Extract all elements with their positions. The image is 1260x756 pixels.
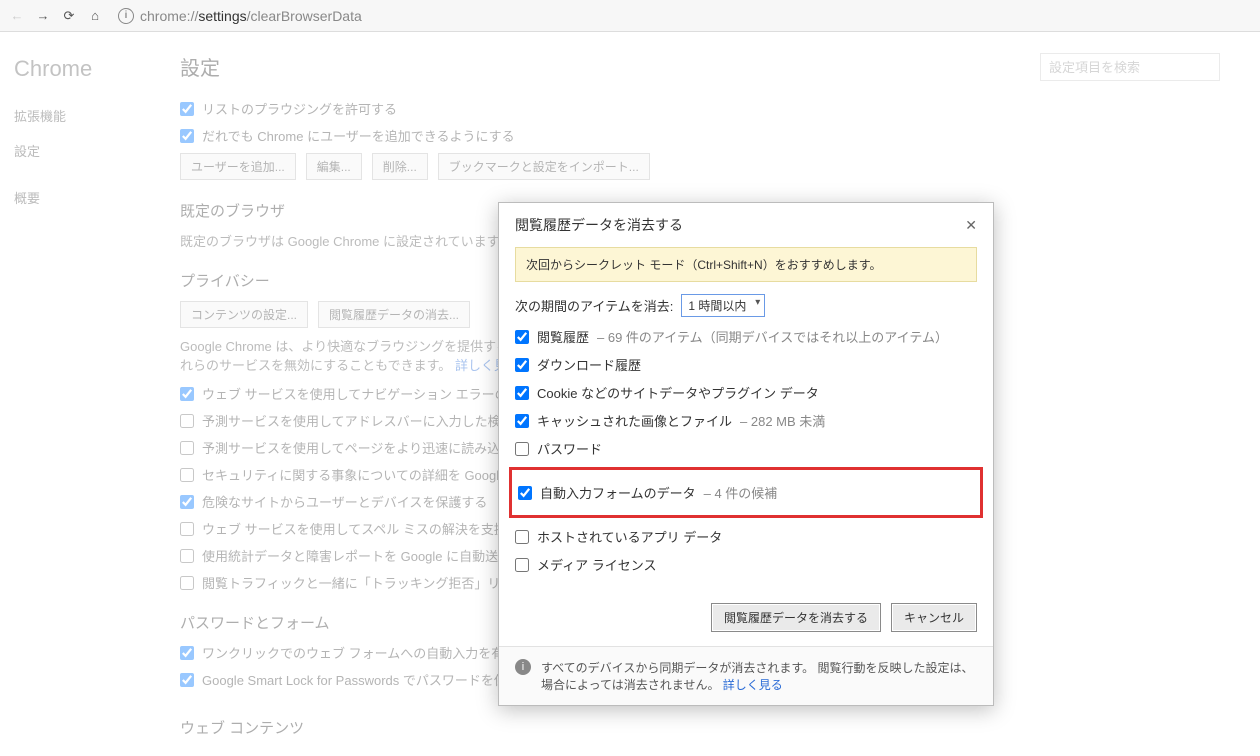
info-icon: i — [515, 659, 531, 675]
clear-data-item-label: ダウンロード履歴 — [537, 355, 641, 374]
clear-data-item: パスワード — [515, 439, 977, 458]
clear-data-checkbox[interactable] — [515, 442, 529, 456]
clear-data-item: 閲覧履歴 – 69 件のアイテム（同期デバイスではそれ以上のアイテム） — [515, 327, 977, 346]
clear-data-item-extra: – 282 MB 未満 — [740, 411, 825, 430]
incognito-tip: 次回からシークレット モード（Ctrl+Shift+N）をおすすめします。 — [515, 247, 977, 282]
clear-data-checkbox[interactable] — [518, 486, 532, 500]
clear-data-dialog: 閲覧履歴データを消去する ✕ 次回からシークレット モード（Ctrl+Shift… — [498, 202, 994, 706]
clear-data-checkbox[interactable] — [515, 530, 529, 544]
clear-data-item-label: 閲覧履歴 — [537, 327, 589, 346]
clear-data-checkbox[interactable] — [515, 386, 529, 400]
clear-data-item-label: 自動入力フォームのデータ — [540, 483, 696, 502]
url-text: chrome://settings/clearBrowserData — [140, 8, 362, 24]
info-icon[interactable]: i — [118, 8, 134, 24]
clear-data-item: ホストされているアプリ データ — [515, 527, 977, 546]
back-icon[interactable]: ← — [8, 7, 26, 25]
browser-toolbar: ← → ⟳ ⌂ i chrome://settings/clearBrowser… — [0, 0, 1260, 32]
clear-data-item-label: ホストされているアプリ データ — [537, 527, 722, 546]
clear-data-item: ダウンロード履歴 — [515, 355, 977, 374]
dialog-footer: i すべてのデバイスから同期データが消去されます。 閲覧行動を反映した設定は、場… — [499, 646, 993, 705]
clear-data-checkbox[interactable] — [515, 414, 529, 428]
clear-data-item-label: キャッシュされた画像とファイル — [537, 411, 732, 430]
clear-data-item-extra: – 69 件のアイテム（同期デバイスではそれ以上のアイテム） — [597, 327, 948, 346]
clear-data-item-label: Cookie などのサイトデータやプラグイン データ — [537, 383, 819, 402]
reload-icon[interactable]: ⟳ — [60, 7, 78, 25]
url-bar[interactable]: i chrome://settings/clearBrowserData — [112, 8, 1252, 24]
clear-data-item: メディア ライセンス — [515, 555, 977, 574]
clear-data-checkbox[interactable] — [515, 358, 529, 372]
clear-data-item: Cookie などのサイトデータやプラグイン データ — [515, 383, 977, 402]
clear-data-item: 自動入力フォームのデータ – 4 件の候補 — [518, 483, 974, 502]
clear-data-item-label: メディア ライセンス — [537, 555, 656, 574]
close-icon[interactable]: ✕ — [965, 217, 977, 234]
footer-learn-more-link[interactable]: 詳しく見る — [723, 678, 783, 692]
dialog-title: 閲覧履歴データを消去する — [515, 215, 683, 235]
forward-icon[interactable]: → — [34, 7, 52, 25]
period-label: 次の期間のアイテムを消去: — [515, 296, 673, 315]
home-icon[interactable]: ⌂ — [86, 7, 104, 25]
period-select[interactable]: 1 時間以内 — [681, 294, 765, 317]
clear-button[interactable]: 閲覧履歴データを消去する — [711, 603, 881, 632]
clear-data-checkbox[interactable] — [515, 558, 529, 572]
clear-data-checkbox[interactable] — [515, 330, 529, 344]
clear-data-item: キャッシュされた画像とファイル – 282 MB 未満 — [515, 411, 977, 430]
cancel-button[interactable]: キャンセル — [891, 603, 977, 632]
clear-data-item-extra: – 4 件の候補 — [704, 483, 778, 502]
clear-data-item-label: パスワード — [537, 439, 602, 458]
